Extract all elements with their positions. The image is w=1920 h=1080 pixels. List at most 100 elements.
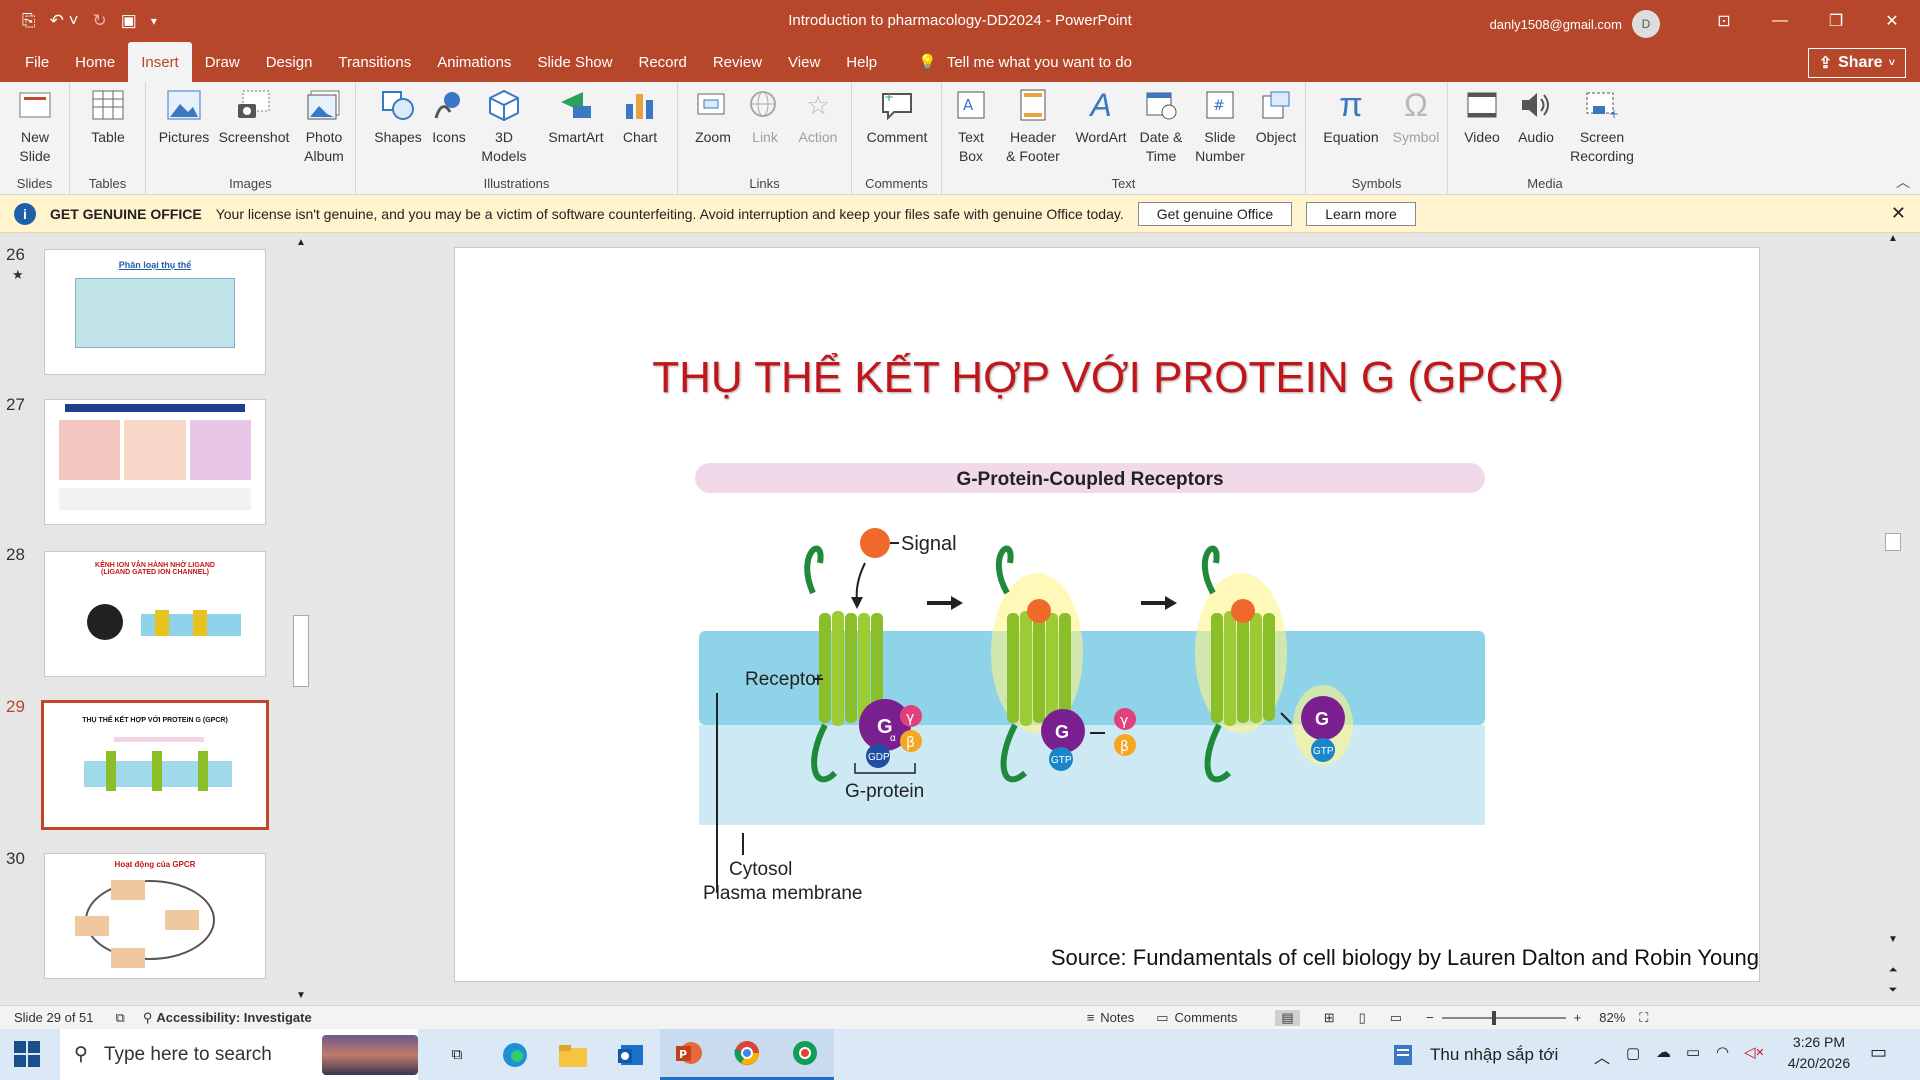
thumbnail-scroll-thumb[interactable] xyxy=(293,615,309,687)
tab-draw[interactable]: Draw xyxy=(192,42,253,82)
zoom-level[interactable]: 82% xyxy=(1599,1010,1625,1025)
share-button[interactable]: ⇪ Share ˅ xyxy=(1807,48,1906,78)
scroll-up-icon[interactable]: ▲ xyxy=(1884,233,1902,244)
normal-view-icon[interactable]: ▤ xyxy=(1275,1009,1300,1026)
ribbon-display-options-icon[interactable]: ⊡ xyxy=(1696,0,1752,42)
scroll-down-icon[interactable]: ▼ xyxy=(292,990,310,1001)
redo-icon[interactable]: ↻ xyxy=(93,11,107,31)
zoom-slider-thumb[interactable] xyxy=(1491,1010,1496,1025)
accessibility-icon[interactable]: ⚲ xyxy=(143,1010,153,1026)
slide-number-button[interactable]: # Slide Number xyxy=(1190,88,1250,166)
header-footer-button[interactable]: Header & Footer xyxy=(998,88,1068,166)
3d-models-button[interactable]: 3D Models xyxy=(474,88,534,166)
action-button[interactable]: ☆ Action xyxy=(790,88,846,147)
thumbnail-scrollbar[interactable]: ▲ ▼ xyxy=(292,237,310,1001)
task-view-icon[interactable]: ⧉ xyxy=(428,1029,486,1080)
tab-transitions[interactable]: Transitions xyxy=(325,42,424,82)
edge-browser-icon[interactable] xyxy=(486,1029,544,1080)
news-widget-text[interactable]: Thu nhập sắp tới xyxy=(1430,1045,1558,1065)
comments-button[interactable]: Comments xyxy=(1175,1010,1238,1025)
symbol-button[interactable]: Ω Symbol xyxy=(1388,88,1444,147)
show-hidden-icons[interactable]: ︿ xyxy=(1594,1044,1610,1068)
get-genuine-office-button[interactable]: Get genuine Office xyxy=(1137,201,1293,226)
file-explorer-icon[interactable] xyxy=(544,1029,602,1080)
chart-button[interactable]: Chart xyxy=(612,88,668,147)
tab-animations[interactable]: Animations xyxy=(424,42,524,82)
slide-scroll-thumb[interactable] xyxy=(1885,533,1901,551)
tab-slide-show[interactable]: Slide Show xyxy=(524,42,625,82)
meet-now-icon[interactable]: ▢ xyxy=(1626,1044,1640,1062)
taskbar-search-box[interactable]: ⚲ Type here to search xyxy=(60,1029,418,1080)
powerpoint-taskbar-icon[interactable]: P xyxy=(660,1029,718,1080)
zoom-button[interactable]: Zoom xyxy=(686,88,740,147)
gpcr-diagram[interactable]: G-Protein-Coupled Receptors Signal Recep… xyxy=(685,463,1485,963)
close-icon[interactable]: ✕ xyxy=(1891,203,1906,224)
slide-thumbnail-27[interactable] xyxy=(44,399,266,525)
windows-start-icon[interactable] xyxy=(14,1041,40,1071)
video-button[interactable]: Video xyxy=(1456,88,1508,147)
tab-review[interactable]: Review xyxy=(700,42,775,82)
slide-sorter-icon[interactable]: ⊞ xyxy=(1324,1010,1335,1026)
comments-icon[interactable]: ▭ xyxy=(1156,1010,1168,1026)
date-time-button[interactable]: Date & Time xyxy=(1132,88,1190,166)
close-window-icon[interactable]: ✕ xyxy=(1864,0,1920,42)
reading-view-icon[interactable]: ▯ xyxy=(1359,1010,1366,1026)
save-icon[interactable]: ⎘ xyxy=(22,11,36,31)
restore-icon[interactable]: ❐ xyxy=(1808,0,1864,42)
present-from-start-icon[interactable]: ▣ xyxy=(121,11,137,31)
slide-source-citation[interactable]: Source: Fundamentals of cell biology by … xyxy=(455,945,1759,971)
spell-check-icon[interactable]: ⧉ xyxy=(116,1010,125,1026)
tab-record[interactable]: Record xyxy=(625,42,699,82)
accessibility-status[interactable]: Accessibility: Investigate xyxy=(156,1010,311,1025)
notes-icon[interactable]: ≡ xyxy=(1087,1010,1095,1025)
pictures-button[interactable]: Pictures xyxy=(154,88,214,147)
tab-help[interactable]: Help xyxy=(833,42,890,82)
chrome-icon[interactable] xyxy=(718,1029,776,1080)
undo-icon[interactable]: ↶ ˅ xyxy=(50,11,79,31)
slide-thumbnail-29[interactable]: THỤ THỂ KẾT HỢP VỚI PROTEIN G (GPCR) xyxy=(41,700,269,830)
photo-album-button[interactable]: Photo Album xyxy=(294,88,354,166)
icons-button[interactable]: Icons xyxy=(426,88,472,147)
weather-icon[interactable] xyxy=(1392,1043,1414,1071)
zoom-slider[interactable] xyxy=(1441,1010,1566,1025)
shapes-button[interactable]: Shapes xyxy=(370,88,426,147)
notes-button[interactable]: Notes xyxy=(1100,1010,1134,1025)
comment-button[interactable]: + Comment xyxy=(860,88,934,147)
notification-center-icon[interactable]: ▭ xyxy=(1870,1042,1887,1063)
screen-recording-button[interactable]: + Screen Recording xyxy=(1564,88,1640,166)
object-button[interactable]: Object xyxy=(1248,88,1304,147)
clock-date[interactable]: 4/20/2026 xyxy=(1776,1055,1862,1071)
battery-icon[interactable]: ▭ xyxy=(1686,1043,1700,1061)
avatar[interactable]: D xyxy=(1632,10,1660,38)
wordart-button[interactable]: A WordArt xyxy=(1070,88,1132,147)
tab-home[interactable]: Home xyxy=(62,42,128,82)
next-slide-icon[interactable]: ⏷ xyxy=(1884,984,1902,997)
zoom-out-icon[interactable]: − xyxy=(1426,1010,1434,1025)
current-slide[interactable]: THỤ THỂ KẾT HỢP VỚI PROTEIN G (GPCR) G-P… xyxy=(454,247,1760,982)
slide-thumbnail-26[interactable]: Phân loại thụ thể xyxy=(44,249,266,375)
volume-muted-icon[interactable]: ◁× xyxy=(1744,1043,1764,1061)
slide-thumbnail-28[interactable]: KÊNH ION VẬN HÀNH NHỜ LIGAND (LIGAND GAT… xyxy=(44,551,266,677)
scroll-down-icon[interactable]: ▼ xyxy=(1884,934,1902,945)
tab-view[interactable]: View xyxy=(775,42,833,82)
slide-title[interactable]: THỤ THỂ KẾT HỢP VỚI PROTEIN G (GPCR) xyxy=(455,353,1761,403)
slide-show-icon[interactable]: ▭ xyxy=(1390,1010,1402,1026)
customize-qat-icon[interactable]: ▾ xyxy=(151,14,157,28)
link-button[interactable]: Link xyxy=(740,88,790,147)
smartart-button[interactable]: SmartArt xyxy=(542,88,610,147)
scroll-up-icon[interactable]: ▲ xyxy=(292,237,310,248)
learn-more-button[interactable]: Learn more xyxy=(1306,201,1416,226)
slide-thumbnail-30[interactable]: Hoạt động của GPCR xyxy=(44,853,266,979)
slide-scrollbar[interactable]: ▲ ▼ ⏶ ⏷ xyxy=(1884,233,1902,1005)
tab-insert[interactable]: Insert xyxy=(128,42,192,82)
minimize-icon[interactable]: — xyxy=(1752,0,1808,42)
onedrive-status-icon[interactable]: ☁ xyxy=(1656,1043,1671,1061)
screenshot-button[interactable]: Screenshot xyxy=(214,88,294,147)
account-area[interactable]: danly1508@gmail.com D xyxy=(1490,10,1660,38)
tab-file[interactable]: File xyxy=(12,42,62,82)
zoom-in-icon[interactable]: + xyxy=(1574,1010,1582,1025)
table-button[interactable]: Table xyxy=(78,88,138,147)
tell-me-search[interactable]: 💡 Tell me what you want to do xyxy=(918,53,1132,72)
fit-to-window-icon[interactable]: ⛶ xyxy=(1639,1010,1648,1026)
previous-slide-icon[interactable]: ⏶ xyxy=(1884,964,1902,977)
